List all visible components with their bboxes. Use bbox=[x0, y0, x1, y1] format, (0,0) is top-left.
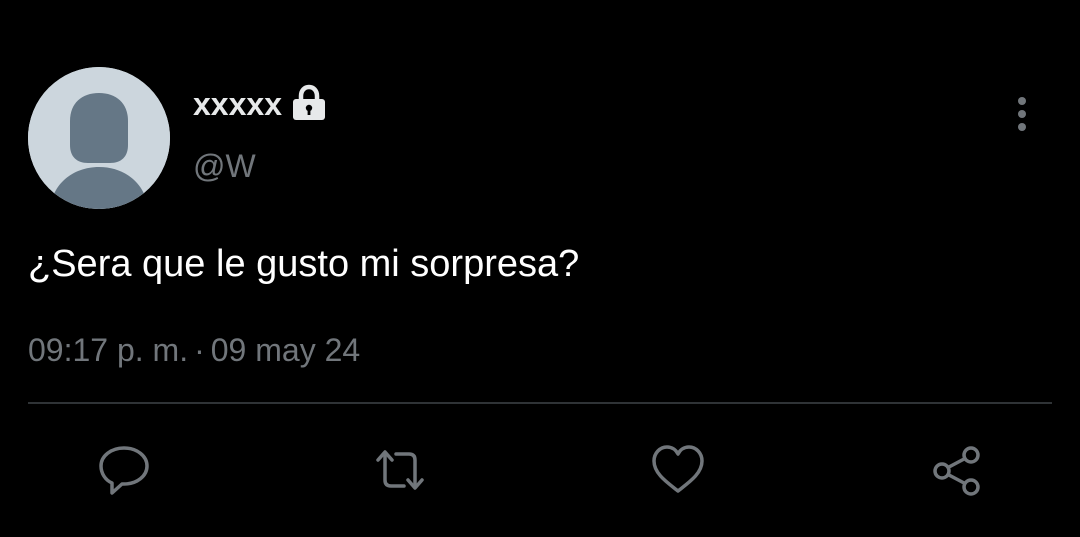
retweet-button[interactable] bbox=[370, 440, 430, 500]
meta-separator: · bbox=[194, 332, 205, 368]
retweet-icon bbox=[376, 450, 424, 490]
avatar[interactable] bbox=[28, 67, 170, 209]
display-name[interactable]: xxxxx bbox=[193, 84, 282, 124]
share-icon bbox=[933, 446, 980, 496]
reply-button[interactable] bbox=[94, 440, 154, 500]
tweet-timestamp[interactable]: 09:17 p. m. · 09 may 24 bbox=[28, 330, 360, 370]
tweet-date: 09 may 24 bbox=[210, 332, 361, 368]
tweet-time: 09:17 p. m. bbox=[28, 332, 189, 368]
more-vertical-icon[interactable] bbox=[1005, 95, 1039, 135]
action-bar bbox=[0, 440, 1080, 500]
divider bbox=[28, 402, 1052, 404]
tweet-card: xxxxx @W ¿Sera que le gusto mi sorpresa?… bbox=[0, 0, 1080, 537]
heart-icon bbox=[652, 445, 704, 493]
like-button[interactable] bbox=[648, 440, 708, 500]
reply-icon bbox=[99, 446, 149, 495]
author-name-row: xxxxx bbox=[193, 84, 328, 124]
tweet-text: ¿Sera que le gusto mi sorpresa? bbox=[28, 243, 580, 285]
share-button[interactable] bbox=[926, 440, 986, 500]
lock-icon bbox=[290, 84, 328, 124]
author-handle[interactable]: @W bbox=[193, 146, 256, 186]
default-avatar-icon bbox=[28, 67, 170, 209]
